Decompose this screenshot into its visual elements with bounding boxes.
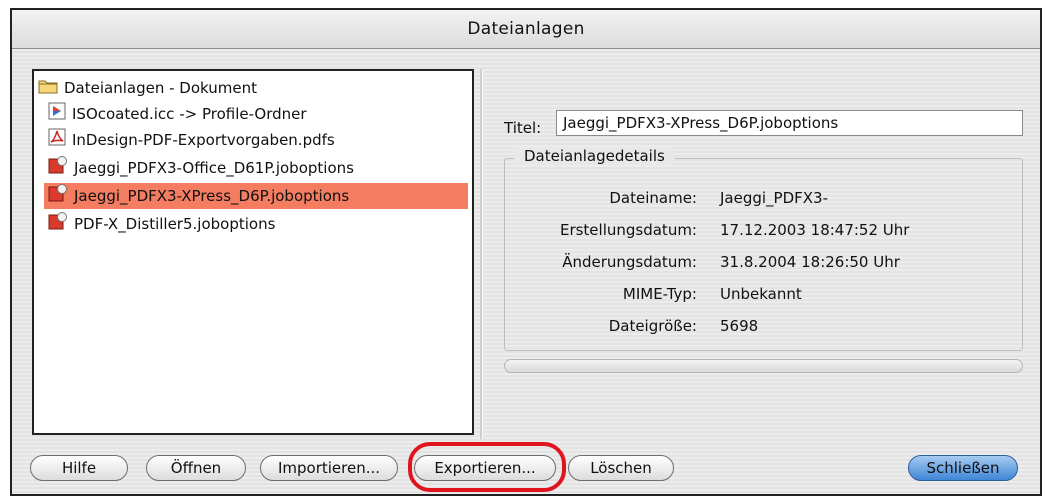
details-group-label: Dateianlagedetails	[514, 147, 675, 165]
modified-label: Änderungsdatum:	[562, 253, 697, 271]
list-item-label: InDesign-PDF-Exportvorgaben.pdfs	[72, 131, 335, 149]
help-button[interactable]: Hilfe	[30, 455, 128, 481]
created-label: Erstellungsdatum:	[559, 221, 697, 239]
title-input[interactable]: Jaeggi_PDFX3-XPress_D6P.joboptions	[556, 110, 1023, 136]
mime-type-label: MIME-Typ:	[622, 285, 697, 303]
open-button[interactable]: Öffnen	[146, 455, 246, 481]
filename-label: Dateiname:	[609, 189, 697, 207]
window-body: Dateianlagen - Dokument ISOcoated.icc ->…	[12, 49, 1040, 494]
close-button[interactable]: Schließen	[908, 455, 1018, 481]
delete-button[interactable]: Löschen	[568, 455, 674, 481]
filename-value: Jaeggi_PDFX3-	[720, 189, 829, 207]
list-item[interactable]: PDF-X_Distiller5.joboptions	[48, 211, 275, 237]
modified-value: 31.8.2004 18:26:50 Uhr	[720, 253, 900, 271]
attachments-list[interactable]: Dateianlagen - Dokument ISOcoated.icc ->…	[32, 69, 474, 435]
list-item-selected[interactable]: Jaeggi_PDFX3-XPress_D6P.joboptions	[44, 183, 468, 209]
pane-divider[interactable]	[480, 69, 483, 439]
attachments-window: Dateianlagen Dateianlagen - Dokument ISO…	[10, 8, 1042, 496]
filesize-label: Dateigröße:	[608, 317, 697, 335]
filesize-value: 5698	[720, 317, 759, 335]
tree-root[interactable]: Dateianlagen - Dokument	[38, 75, 257, 101]
mime-type-value: Unbekannt	[720, 285, 802, 303]
created-value: 17.12.2003 18:47:52 Uhr	[720, 221, 910, 239]
joboptions-icon	[48, 211, 68, 238]
list-item-label: Jaeggi_PDFX3-XPress_D6P.joboptions	[74, 187, 350, 205]
joboptions-icon	[48, 155, 68, 182]
title-label: Titel:	[504, 119, 542, 137]
folder-icon	[38, 76, 58, 102]
list-item-label: Jaeggi_PDFX3-Office_D61P.joboptions	[74, 159, 354, 177]
import-button[interactable]: Importieren...	[260, 455, 398, 481]
list-item[interactable]: Jaeggi_PDFX3-Office_D61P.joboptions	[48, 155, 354, 181]
pdf-icon	[48, 128, 66, 154]
export-highlight-ring	[408, 442, 566, 492]
progress-bar	[504, 359, 1023, 373]
list-item-label: ISOcoated.icc -> Profile-Ordner	[72, 105, 307, 123]
tree-root-label: Dateianlagen - Dokument	[64, 79, 257, 97]
window-title: Dateianlagen	[12, 10, 1040, 49]
joboptions-icon	[48, 183, 68, 210]
list-item[interactable]: ISOcoated.icc -> Profile-Ordner	[48, 101, 307, 127]
list-item-label: PDF-X_Distiller5.joboptions	[74, 215, 276, 233]
icc-profile-icon	[48, 102, 66, 128]
list-item[interactable]: InDesign-PDF-Exportvorgaben.pdfs	[48, 127, 335, 153]
